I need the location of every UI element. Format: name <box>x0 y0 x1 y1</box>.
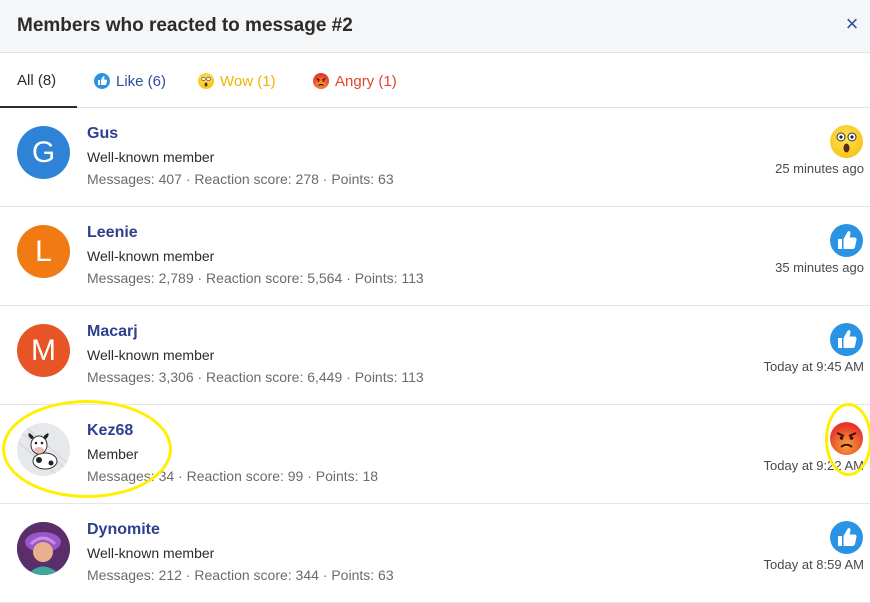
close-icon[interactable]: × <box>842 13 862 35</box>
tab-label: Wow (1) <box>220 72 276 90</box>
avatar[interactable] <box>17 423 70 476</box>
tab-all[interactable]: All (8) <box>0 54 77 108</box>
angry-icon <box>830 422 863 455</box>
reaction-time: 25 minutes ago <box>775 161 864 176</box>
like-icon <box>830 224 863 257</box>
member-name[interactable]: Dynomite <box>87 521 160 539</box>
like-icon <box>830 323 863 356</box>
member-title: Well-known member <box>87 347 215 363</box>
member-title: Well-known member <box>87 248 215 264</box>
tab-like[interactable]: Like (6) <box>94 54 166 108</box>
member-stats: Messages: 34 · Reaction score: 99 · Poin… <box>87 468 379 484</box>
avatar[interactable]: G <box>17 126 70 179</box>
member-name[interactable]: Kez68 <box>87 422 133 440</box>
tab-label: Angry (1) <box>335 72 397 90</box>
reaction-time: 35 minutes ago <box>775 260 864 275</box>
avatar[interactable]: M <box>17 324 70 377</box>
reaction-time: Today at 8:59 AM <box>763 557 864 572</box>
reaction-time: Today at 9:22 AM <box>763 458 864 473</box>
reaction-tabs: All (8) Like (6) Wow (1) Angry (1) <box>0 54 870 108</box>
member-title: Member <box>87 446 139 462</box>
angry-icon <box>313 73 329 89</box>
wow-icon <box>198 73 214 89</box>
dialog-header: Members who reacted to message #2 × <box>0 0 870 53</box>
tab-label: All (8) <box>17 71 57 89</box>
member-row[interactable]: M Macarj Well-known member Messages: 3,3… <box>0 306 870 405</box>
member-stats: Messages: 2,789 · Reaction score: 5,564 … <box>87 270 424 286</box>
member-stats: Messages: 407 · Reaction score: 278 · Po… <box>87 171 394 187</box>
user-photo-avatar <box>17 522 70 575</box>
member-stats: Messages: 3,306 · Reaction score: 6,449 … <box>87 369 424 385</box>
member-row[interactable]: Kez68 Member Messages: 34 · Reaction sco… <box>0 405 870 504</box>
member-row[interactable]: L Leenie Well-known member Messages: 2,7… <box>0 207 870 306</box>
member-row[interactable]: G Gus Well-known member Messages: 407 · … <box>0 108 870 207</box>
member-title: Well-known member <box>87 545 215 561</box>
tab-angry[interactable]: Angry (1) <box>313 54 397 108</box>
cow-avatar-image <box>17 423 70 476</box>
dialog-title: Members who reacted to message #2 <box>17 15 353 36</box>
member-title: Well-known member <box>87 149 215 165</box>
member-name[interactable]: Macarj <box>87 323 138 341</box>
like-icon <box>94 73 110 89</box>
avatar[interactable] <box>17 522 70 575</box>
tab-wow[interactable]: Wow (1) <box>198 54 276 108</box>
reaction-time: Today at 9:45 AM <box>763 359 864 374</box>
member-name[interactable]: Leenie <box>87 224 138 242</box>
tab-label: Like (6) <box>116 72 167 90</box>
wow-icon <box>830 125 863 158</box>
member-stats: Messages: 212 · Reaction score: 344 · Po… <box>87 567 394 583</box>
like-icon <box>830 521 863 554</box>
member-name[interactable]: Gus <box>87 125 118 143</box>
avatar[interactable]: L <box>17 225 70 278</box>
member-row[interactable]: Dynomite Well-known member Messages: 212… <box>0 504 870 603</box>
